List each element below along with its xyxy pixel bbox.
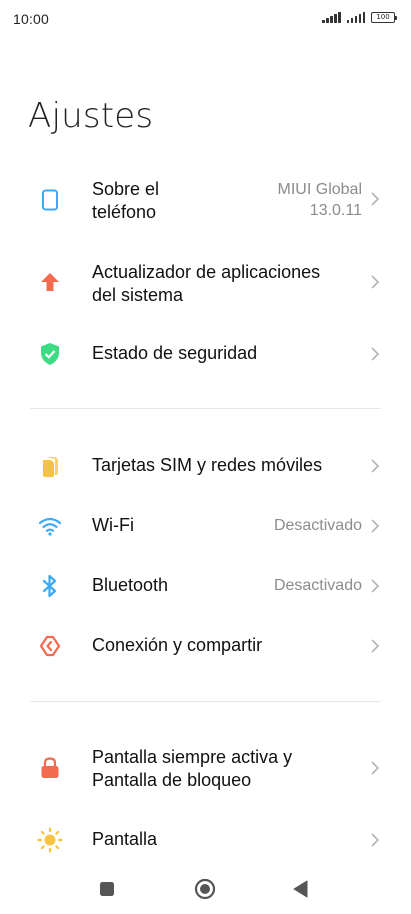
wifi-icon [37, 513, 63, 539]
settings-item-connection-sharing[interactable]: Conexión y compartir [0, 622, 411, 670]
signal-icon [322, 12, 341, 23]
settings-item-bluetooth[interactable]: Bluetooth Desactivado [0, 562, 411, 610]
settings-item-label: teléfono [92, 202, 157, 222]
signal-icon [346, 12, 365, 23]
settings-item-label: Sobre el [92, 179, 160, 199]
settings-item-label: Wi-Fi [92, 515, 134, 535]
status-bar: 10:00 100 [0, 0, 411, 38]
settings-item-wifi[interactable]: Wi-Fi Desactivado [0, 502, 411, 550]
lock-icon [37, 755, 63, 781]
section-divider [30, 701, 381, 702]
chevron-right-icon [371, 761, 380, 775]
settings-screen: 10:00 100 Ajustes Sobre el teléfono MIUI… [0, 0, 411, 914]
settings-item-label: Pantalla siempre activa y [92, 747, 293, 767]
chevron-right-icon [371, 579, 380, 593]
settings-item-value: Desactivado [273, 517, 362, 534]
share-connection-icon [37, 633, 63, 659]
chevron-right-icon [371, 347, 380, 361]
shield-check-icon [37, 341, 63, 367]
settings-item-value: Desactivado [273, 577, 362, 594]
chevron-right-icon [371, 639, 380, 653]
settings-item-about-phone[interactable]: Sobre el teléfono MIUI Global 13.0.11 [0, 170, 411, 232]
settings-item-label: Bluetooth [92, 575, 169, 595]
settings-item-sim-cards[interactable]: Tarjetas SIM y redes móviles [0, 442, 411, 490]
settings-item-label: Tarjetas SIM y redes móviles [92, 455, 323, 475]
settings-item-value: 13.0.11 [309, 202, 362, 219]
phone-icon [37, 187, 63, 213]
chevron-right-icon [371, 275, 380, 289]
chevron-right-icon [371, 519, 380, 533]
settings-item-value: MIUI Global [277, 181, 362, 198]
back-triangle-icon[interactable] [290, 878, 312, 900]
settings-item-label: Pantalla de bloqueo [92, 770, 252, 790]
chevron-right-icon [371, 459, 380, 473]
page-title: Ajustes [28, 96, 154, 136]
home-circle-icon[interactable] [193, 878, 216, 900]
update-arrow-icon [37, 269, 63, 295]
settings-item-always-on-lock-screen[interactable]: Pantalla siempre activa y Pantalla de bl… [0, 738, 411, 800]
settings-item-system-app-updater[interactable]: Actualizador de aplicaciones del sistema [0, 253, 411, 315]
status-time: 10:00 [13, 11, 50, 27]
status-icons: 100 [322, 12, 397, 23]
chevron-right-icon [371, 833, 380, 847]
recents-square-icon[interactable] [96, 878, 118, 900]
settings-item-label: Actualizador de aplicaciones [92, 262, 321, 282]
bluetooth-icon [37, 573, 63, 599]
settings-item-label: Estado de seguridad [92, 343, 258, 363]
sim-card-icon [37, 453, 63, 479]
settings-item-label: Conexión y compartir [92, 635, 263, 655]
section-divider [30, 408, 381, 409]
settings-item-display[interactable]: Pantalla [0, 816, 411, 864]
settings-item-label: Pantalla [92, 829, 158, 849]
sun-icon [37, 827, 63, 853]
settings-item-label: del sistema [92, 285, 184, 305]
navigation-bar [0, 868, 411, 914]
chevron-right-icon [371, 192, 380, 206]
battery-icon: 100 [371, 12, 397, 23]
settings-item-security-status[interactable]: Estado de seguridad [0, 330, 411, 378]
